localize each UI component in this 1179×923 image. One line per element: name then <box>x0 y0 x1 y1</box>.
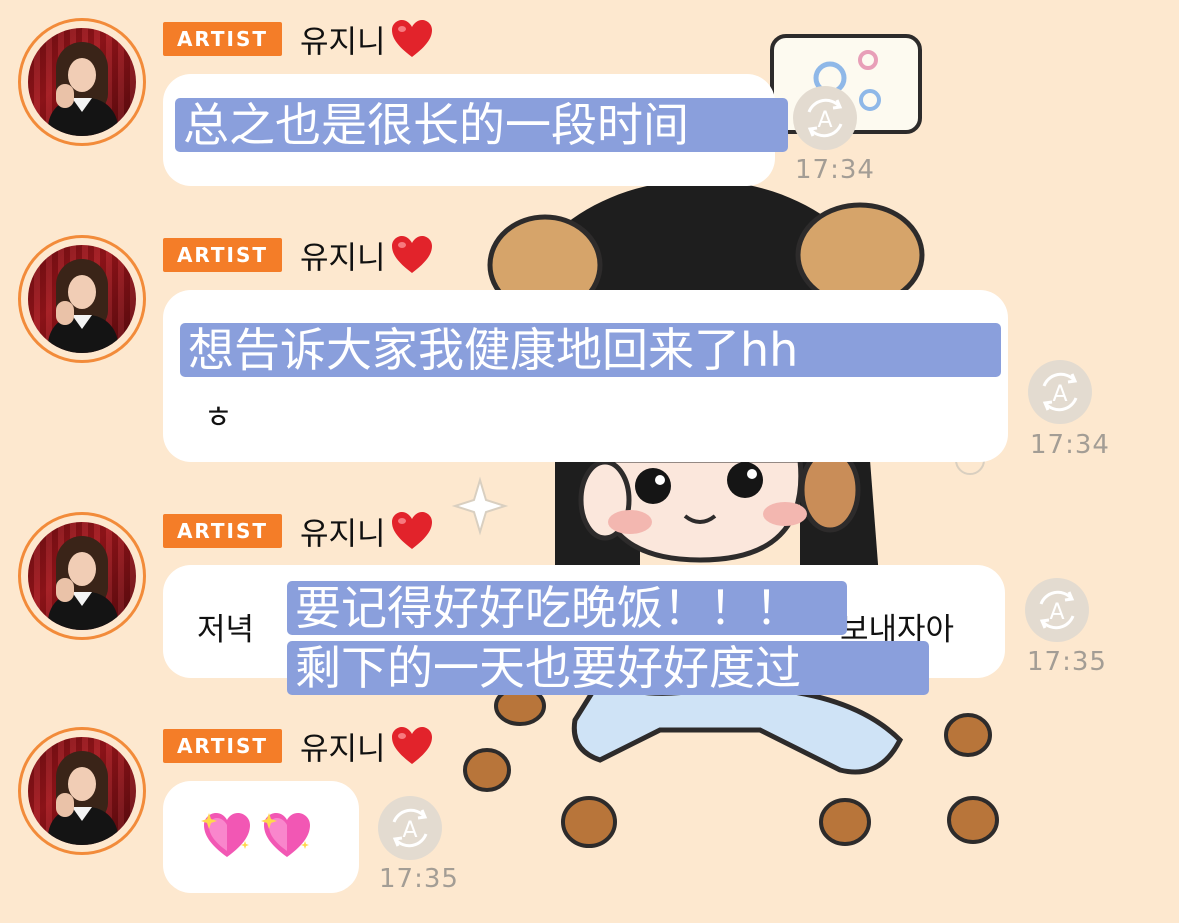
heart-icon <box>390 19 434 69</box>
sender-name: 유지니 <box>300 726 434 776</box>
message-bubble[interactable] <box>163 781 359 893</box>
svg-text:A: A <box>402 818 417 843</box>
translate-icon[interactable]: A <box>793 86 857 150</box>
translation-overlay: 要记得好好吃晚饭！！！ <box>287 581 847 635</box>
emoji-row <box>201 811 313 859</box>
sparkling-heart-icon <box>261 811 313 859</box>
sender-name-text: 유지니 <box>300 731 386 768</box>
svg-text:A: A <box>817 108 832 133</box>
translate-icon[interactable]: A <box>378 796 442 860</box>
artist-badge: ARTIST <box>163 238 282 272</box>
avatar-photo <box>28 245 136 353</box>
avatar-photo <box>28 28 136 136</box>
sparkling-heart-icon <box>201 811 253 859</box>
avatar[interactable] <box>18 512 146 640</box>
avatar[interactable] <box>18 235 146 363</box>
timestamp: 17:35 <box>379 864 459 894</box>
translation-overlay: 想告诉大家我健康地回来了hh <box>180 323 1001 377</box>
artist-badge: ARTIST <box>163 22 282 56</box>
svg-text:A: A <box>1049 600 1064 625</box>
sender-name: 유지니 <box>300 19 434 69</box>
heart-icon <box>390 726 434 776</box>
avatar-photo <box>28 737 136 845</box>
translate-icon[interactable]: A <box>1028 360 1092 424</box>
sender-name: 유지니 <box>300 235 434 285</box>
sender-name: 유지니 <box>300 511 434 561</box>
translate-icon[interactable]: A <box>1025 578 1089 642</box>
message-text: ㅎ <box>204 400 233 436</box>
avatar[interactable] <box>18 727 146 855</box>
sender-name-text: 유지니 <box>300 516 386 553</box>
translation-overlay-line2: 剩下的一天也要好好度过 <box>287 641 929 695</box>
sender-name-text: 유지니 <box>300 24 386 61</box>
timestamp: 17:35 <box>1027 647 1107 677</box>
avatar-photo <box>28 522 136 630</box>
sender-name-text: 유지니 <box>300 240 386 277</box>
heart-icon <box>390 511 434 561</box>
artist-badge: ARTIST <box>163 514 282 548</box>
heart-icon <box>390 235 434 285</box>
avatar[interactable] <box>18 18 146 146</box>
svg-text:A: A <box>1052 382 1067 407</box>
translation-overlay: 总之也是很长的一段时间 <box>175 98 788 152</box>
timestamp: 17:34 <box>795 155 875 185</box>
artist-badge: ARTIST <box>163 729 282 763</box>
message-text-start: 저녁 <box>197 612 255 648</box>
timestamp: 17:34 <box>1030 430 1110 460</box>
